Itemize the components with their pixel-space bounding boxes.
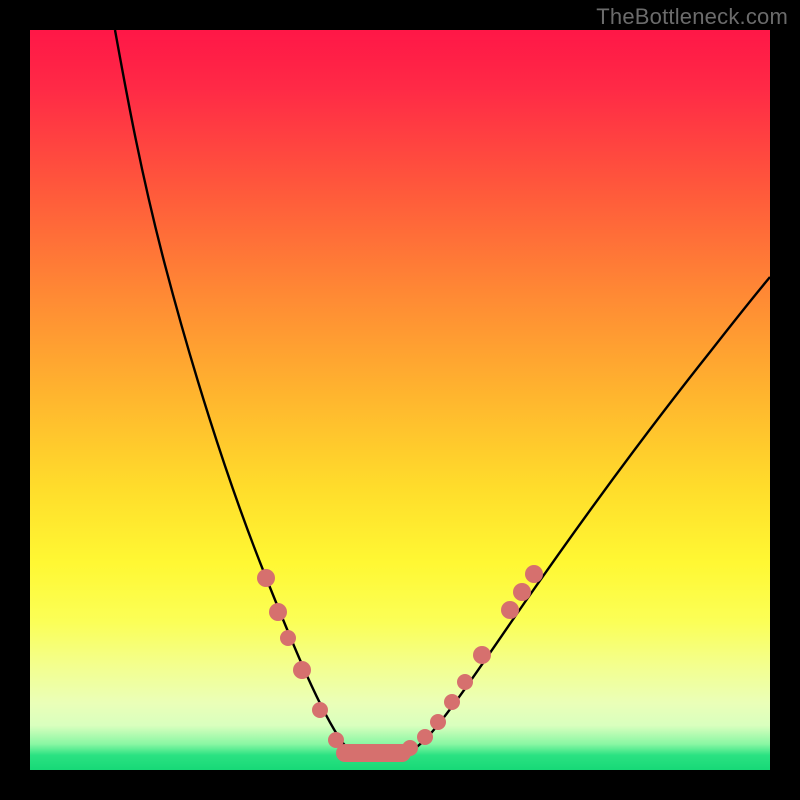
marker-dot <box>293 661 311 679</box>
marker-dot <box>417 729 433 745</box>
bottleneck-curve <box>115 30 770 755</box>
plateau-bar <box>336 744 411 762</box>
marker-dot <box>525 565 543 583</box>
marker-dot <box>457 674 473 690</box>
marker-dot <box>473 646 491 664</box>
marker-dot <box>444 694 460 710</box>
marker-dot <box>430 714 446 730</box>
plateau-layer <box>336 744 411 762</box>
plot-area <box>30 30 770 770</box>
marker-dot <box>257 569 275 587</box>
marker-dot <box>402 740 418 756</box>
marker-dot <box>501 601 519 619</box>
marker-dot <box>312 702 328 718</box>
watermark-text: TheBottleneck.com <box>596 4 788 30</box>
marker-dot <box>269 603 287 621</box>
marker-dot <box>280 630 296 646</box>
marker-dot <box>328 732 344 748</box>
marker-dot <box>513 583 531 601</box>
chart-svg <box>30 30 770 770</box>
curve-layer <box>115 30 770 755</box>
outer-frame: TheBottleneck.com <box>0 0 800 800</box>
